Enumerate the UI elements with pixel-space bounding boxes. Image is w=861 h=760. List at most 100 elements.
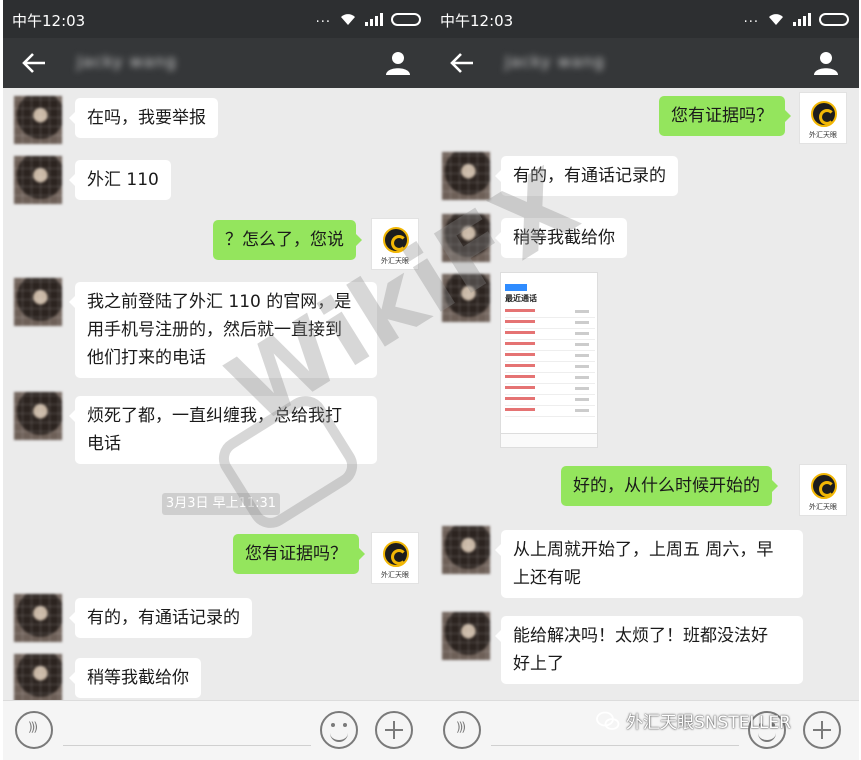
shot-tab: [505, 284, 527, 291]
back-arrow-icon[interactable]: [21, 51, 47, 75]
contact-avatar[interactable]: [442, 274, 490, 322]
agent-avatar[interactable]: 外汇天眼: [371, 532, 419, 584]
screenshot-composite: 中午12:03 ... Jacky wang 在吗，我要举报 外汇 110 ？怎…: [0, 0, 861, 760]
shot-call-row: [505, 373, 595, 384]
contact-avatar[interactable]: [14, 96, 62, 144]
voice-input-icon[interactable]: [443, 711, 481, 749]
message-bubble: 您有证据吗？: [659, 96, 791, 136]
plus-icon[interactable]: [803, 711, 841, 749]
message-bubble: 烦死了都，一直纠缠我，总给我打 电话: [69, 396, 377, 464]
message-list: 在吗，我要举报 外汇 110 ？怎么了，您说 外汇天眼 我之前登陆了外汇 110…: [3, 88, 431, 702]
source-credit: 外汇天眼SNSTELLER: [596, 708, 791, 733]
status-icons: ...: [316, 12, 421, 26]
message-line: 我之前登陆了外汇 110 的官网，是: [87, 292, 352, 312]
contact-avatar[interactable]: [14, 594, 62, 642]
message-input[interactable]: [63, 745, 311, 746]
contact-avatar[interactable]: [442, 526, 490, 574]
battery-icon: [391, 12, 421, 26]
message-bubble: 从上周就开始了，上周五 周六，早 上还有呢: [495, 530, 803, 598]
wechat-icon: [596, 711, 620, 730]
contact-avatar[interactable]: [14, 392, 62, 440]
shot-call-row: [505, 406, 595, 417]
contact-avatar[interactable]: [14, 654, 62, 702]
shot-call-row: [505, 384, 595, 395]
shot-call-row: [505, 362, 595, 373]
avatar-caption: 外汇天眼: [381, 257, 409, 265]
contact-name: Jacky wang: [77, 52, 177, 71]
message-line: 好上了: [513, 654, 564, 674]
message-bubble: ？怎么了，您说: [213, 220, 362, 260]
agent-avatar[interactable]: 外汇天眼: [799, 464, 847, 516]
avatar-caption: 外汇天眼: [809, 131, 837, 139]
shot-call-row: [505, 329, 595, 340]
status-bar: 中午12:03 ...: [3, 0, 431, 38]
message-bubble: 能给解决吗！太烦了！班都没法好 好上了: [495, 616, 803, 684]
chat-titlebar: Jacky wang: [3, 38, 431, 88]
status-bar: 中午12:03 ...: [431, 0, 859, 38]
call-log-screenshot[interactable]: 最近通话: [500, 272, 598, 448]
signal-icon: [365, 12, 383, 26]
message-line: 上还有呢: [513, 568, 581, 588]
contact-avatar[interactable]: [442, 612, 490, 660]
avatar-caption: 外汇天眼: [381, 571, 409, 579]
message-timestamp: 3月3日 早上11:31: [162, 493, 280, 515]
left-phone: 中午12:03 ... Jacky wang 在吗，我要举报 外汇 110 ？怎…: [3, 0, 431, 760]
shot-call-row: [505, 307, 595, 318]
chat-input-bar: [3, 700, 431, 760]
contact-avatar[interactable]: [14, 156, 62, 204]
message-bubble: 外汇 110: [69, 160, 171, 200]
message-line: 烦死了都，一直纠缠我，总给我打: [87, 406, 342, 426]
plus-icon[interactable]: [375, 711, 413, 749]
shot-call-row: [505, 395, 595, 406]
message-bubble: 我之前登陆了外汇 110 的官网，是 用手机号注册的，然后就一直接到 他们打来的…: [69, 282, 377, 378]
status-time: 中午12:03: [12, 12, 86, 30]
shot-call-row: [505, 318, 595, 329]
voice-input-icon[interactable]: [15, 711, 53, 749]
agent-avatar[interactable]: 外汇天眼: [371, 218, 419, 270]
message-bubble: 有的，有通话记录的: [495, 156, 678, 196]
message-input[interactable]: [491, 745, 739, 746]
shot-call-row: [505, 340, 595, 351]
more-dots-icon: ...: [743, 11, 759, 26]
agent-avatar[interactable]: 外汇天眼: [799, 92, 847, 144]
battery-icon: [819, 12, 849, 26]
contact-avatar[interactable]: [442, 214, 490, 262]
wikifx-logo-icon: [383, 541, 409, 567]
wifi-icon: [341, 14, 355, 25]
shot-heading: 最近通话: [505, 294, 537, 303]
contact-profile-icon[interactable]: [813, 50, 839, 76]
avatar-caption: 外汇天眼: [809, 503, 837, 511]
status-time: 中午12:03: [440, 12, 514, 30]
contact-avatar[interactable]: [442, 152, 490, 200]
message-line: 电话: [87, 434, 121, 454]
wikifx-logo-icon: [811, 101, 837, 127]
message-line: 用手机号注册的，然后就一直接到: [87, 320, 342, 340]
message-bubble: 在吗，我要举报: [69, 98, 218, 138]
message-bubble: 您有证据吗？: [233, 534, 365, 574]
chat-titlebar: Jacky wang: [431, 38, 859, 88]
message-bubble: 稍等我截给你: [69, 658, 201, 698]
signal-icon: [793, 12, 811, 26]
shot-statusbar: [501, 273, 597, 283]
status-icons: ...: [744, 12, 849, 26]
message-line: 从上周就开始了，上周五 周六，早: [513, 540, 774, 560]
contact-name: Jacky wang: [505, 52, 605, 71]
more-dots-icon: ...: [315, 11, 331, 26]
shot-call-row: [505, 351, 595, 362]
contact-avatar[interactable]: [14, 278, 62, 326]
message-list: 您有证据吗？ 外汇天眼 有的，有通话记录的 稍等我截给你: [431, 88, 859, 700]
wikifx-logo-icon: [383, 227, 409, 253]
message-line: 能给解决吗！太烦了！班都没法好: [513, 626, 768, 646]
credit-text: 外汇天眼SNSTELLER: [626, 713, 791, 733]
message-bubble: 好的，从什么时候开始的: [561, 466, 778, 506]
message-line: 他们打来的电话: [87, 348, 206, 368]
wikifx-logo-icon: [811, 473, 837, 499]
back-arrow-icon[interactable]: [449, 51, 475, 75]
shot-call-list: [505, 307, 595, 417]
emoji-icon[interactable]: [320, 711, 358, 749]
shot-bottom-nav: [501, 433, 597, 447]
contact-profile-icon[interactable]: [385, 50, 411, 76]
wifi-icon: [769, 14, 783, 25]
message-bubble: 有的，有通话记录的: [69, 598, 252, 638]
message-bubble: 稍等我截给你: [495, 218, 627, 258]
